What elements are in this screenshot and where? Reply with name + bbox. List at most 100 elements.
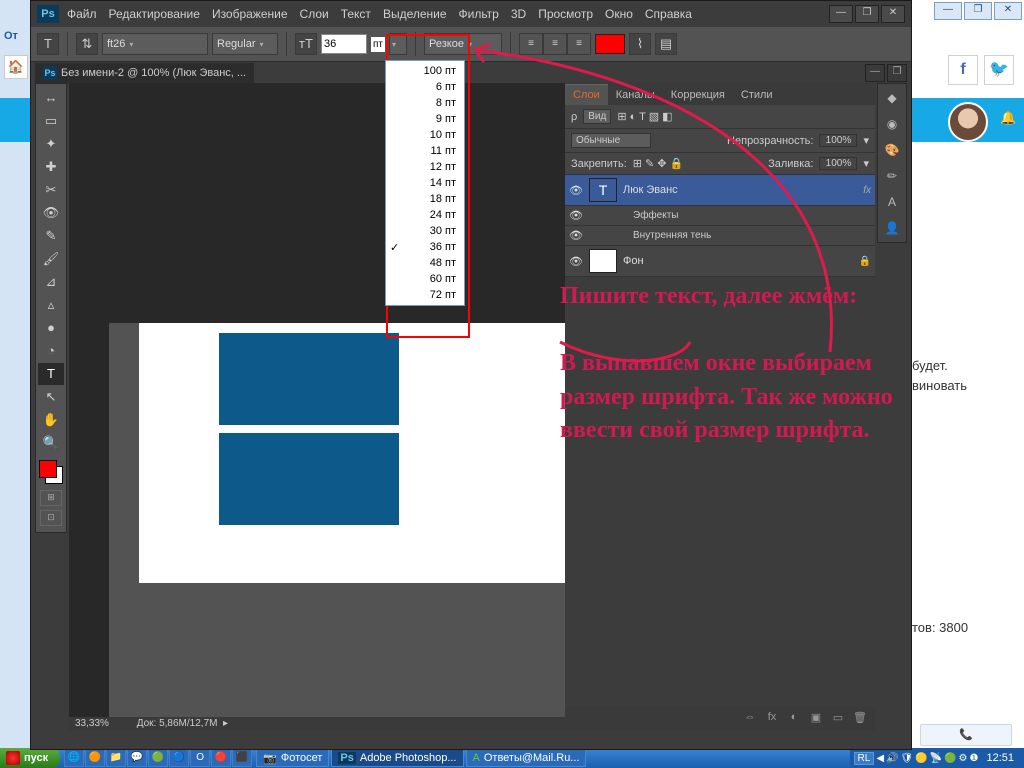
panel-icon-4[interactable]: ✏: [880, 164, 904, 188]
text-orientation-icon[interactable]: ⇅: [76, 33, 98, 55]
layer-background[interactable]: 👁 Фон 🔒: [565, 246, 875, 277]
move-tool-icon[interactable]: ↔: [38, 87, 64, 109]
tray-icon[interactable]: 🟡: [915, 753, 927, 764]
tray-icon[interactable]: ⚙: [959, 753, 968, 764]
ps-maximize-button[interactable]: ❐: [855, 5, 879, 23]
maximize-button[interactable]: ❐: [964, 2, 992, 20]
warp-text-icon[interactable]: ⌇: [629, 33, 651, 55]
zoom-tool-icon[interactable]: 🔍: [38, 432, 64, 454]
facebook-icon[interactable]: f: [948, 55, 978, 85]
language-indicator[interactable]: RL: [854, 752, 875, 765]
size-option[interactable]: 24 пт: [386, 207, 464, 223]
type-tool-icon[interactable]: T: [38, 363, 64, 385]
phone-button[interactable]: 📞: [920, 724, 1012, 746]
hand-tool-icon[interactable]: ✋: [38, 409, 64, 431]
panel-icon-5[interactable]: A: [880, 190, 904, 214]
tab-layers[interactable]: Слои: [565, 84, 608, 105]
menu-filter[interactable]: Фильтр: [459, 7, 499, 21]
ps-close-button[interactable]: ✕: [881, 5, 905, 23]
document-tab[interactable]: Ps Без имени-2 @ 100% (Люк Эванс, ...: [35, 63, 254, 83]
menu-edit[interactable]: Редактирование: [109, 7, 200, 21]
mask-icon[interactable]: ◐: [785, 711, 803, 727]
link-layers-icon[interactable]: ⇔: [741, 711, 759, 727]
size-option[interactable]: 9 пт: [386, 111, 464, 127]
marquee-tool-icon[interactable]: ▭: [38, 110, 64, 132]
avatar[interactable]: [948, 102, 988, 142]
menu-3d[interactable]: 3D: [511, 7, 526, 21]
size-option[interactable]: 10 пт: [386, 127, 464, 143]
panel-icon-1[interactable]: ◆: [880, 86, 904, 110]
text-color-swatch[interactable]: [595, 34, 625, 54]
layer-inner-shadow-row[interactable]: 👁Внутренняя тень: [565, 226, 875, 246]
fx-icon[interactable]: fx: [763, 711, 781, 727]
menu-image[interactable]: Изображение: [212, 7, 288, 21]
doc-restore-button[interactable]: ❐: [887, 64, 907, 82]
menu-text[interactable]: Текст: [341, 7, 371, 21]
color-swatches[interactable]: [39, 460, 63, 484]
character-panel-icon[interactable]: ▤: [655, 33, 677, 55]
menu-file[interactable]: Файл: [67, 7, 97, 21]
font-size-dropdown-button[interactable]: ▾: [389, 33, 407, 55]
crop-tool-icon[interactable]: ✂: [38, 179, 64, 201]
tab-channels[interactable]: Каналы: [608, 85, 663, 105]
start-button[interactable]: пуск: [0, 748, 60, 768]
align-right-icon[interactable]: ≡: [567, 33, 591, 55]
eraser-tool-icon[interactable]: ▵: [38, 294, 64, 316]
stamp-tool-icon[interactable]: ⊿: [38, 271, 64, 293]
ps-minimize-button[interactable]: —: [829, 5, 853, 23]
pen-tool-icon[interactable]: ◔: [38, 340, 64, 362]
size-option[interactable]: 18 пт: [386, 191, 464, 207]
gradient-tool-icon[interactable]: ●: [38, 317, 64, 339]
size-option[interactable]: 8 пт: [386, 95, 464, 111]
home-icon[interactable]: 🏠: [4, 55, 28, 79]
delete-layer-icon[interactable]: 🗑: [851, 711, 869, 727]
magic-wand-tool-icon[interactable]: ✚: [38, 156, 64, 178]
antialias-dropdown[interactable]: Резкое▾: [424, 33, 502, 55]
main-zoom[interactable]: 33,33%: [75, 718, 109, 729]
ql-icon[interactable]: 💬: [127, 749, 147, 767]
menu-layers[interactable]: Слои: [300, 7, 329, 21]
size-option[interactable]: 6 пт: [386, 79, 464, 95]
tab-styles[interactable]: Стили: [733, 85, 781, 105]
healing-tool-icon[interactable]: ✎: [38, 225, 64, 247]
blend-mode-dropdown[interactable]: Обычные: [571, 133, 651, 148]
menu-window[interactable]: Окно: [605, 7, 633, 21]
doc-minimize-button[interactable]: —: [865, 64, 885, 82]
ql-icon[interactable]: O: [190, 749, 210, 767]
size-option[interactable]: 30 пт: [386, 223, 464, 239]
tab-adjustments[interactable]: Коррекция: [663, 85, 733, 105]
tray-icon[interactable]: 🛡: [900, 753, 913, 764]
lasso-tool-icon[interactable]: ✦: [38, 133, 64, 155]
layer-filter-kind[interactable]: Вид: [583, 109, 611, 124]
font-family-dropdown[interactable]: ft26▾: [102, 33, 208, 55]
twitter-icon[interactable]: 🐦: [984, 55, 1014, 85]
tray-icon[interactable]: ◀: [876, 753, 884, 764]
layer-effects-row[interactable]: 👁Эффекты: [565, 206, 875, 226]
path-select-tool-icon[interactable]: ↖: [38, 386, 64, 408]
ql-icon[interactable]: 📁: [106, 749, 126, 767]
adjust-layer-icon[interactable]: ▣: [807, 711, 825, 727]
type-tool-preset-icon[interactable]: T: [37, 33, 59, 55]
taskbar-button-answers[interactable]: AОтветы@Mail.Ru...: [466, 749, 587, 767]
size-option[interactable]: 11 пт: [386, 143, 464, 159]
size-option[interactable]: 60 пт: [386, 271, 464, 287]
ql-icon[interactable]: 🟢: [148, 749, 168, 767]
eyedropper-tool-icon[interactable]: 👁: [38, 202, 64, 224]
size-option[interactable]: 48 пт: [386, 255, 464, 271]
ql-icon[interactable]: ⬛: [232, 749, 252, 767]
menu-select[interactable]: Выделение: [383, 7, 447, 21]
screenmode-icon[interactable]: ⊡: [40, 510, 62, 526]
size-option-selected[interactable]: 36 пт: [386, 239, 464, 255]
tray-icon[interactable]: ❶: [970, 753, 979, 764]
tray-icon[interactable]: 🟢: [944, 753, 956, 764]
ql-icon[interactable]: 🔴: [211, 749, 231, 767]
minimize-button[interactable]: —: [934, 2, 962, 20]
menu-help[interactable]: Справка: [645, 7, 692, 21]
taskbar-button-photoshop[interactable]: PsAdobe Photoshop...: [331, 749, 463, 767]
size-option[interactable]: 12 пт: [386, 159, 464, 175]
panel-icon-3[interactable]: 🎨: [880, 138, 904, 162]
layer-text[interactable]: 👁 T Люк Эванс fx: [565, 175, 875, 206]
align-center-icon[interactable]: ≡: [543, 33, 567, 55]
size-option[interactable]: 72 пт: [386, 287, 464, 303]
taskbar-button-photoset[interactable]: 📷Фотосет: [256, 749, 329, 767]
